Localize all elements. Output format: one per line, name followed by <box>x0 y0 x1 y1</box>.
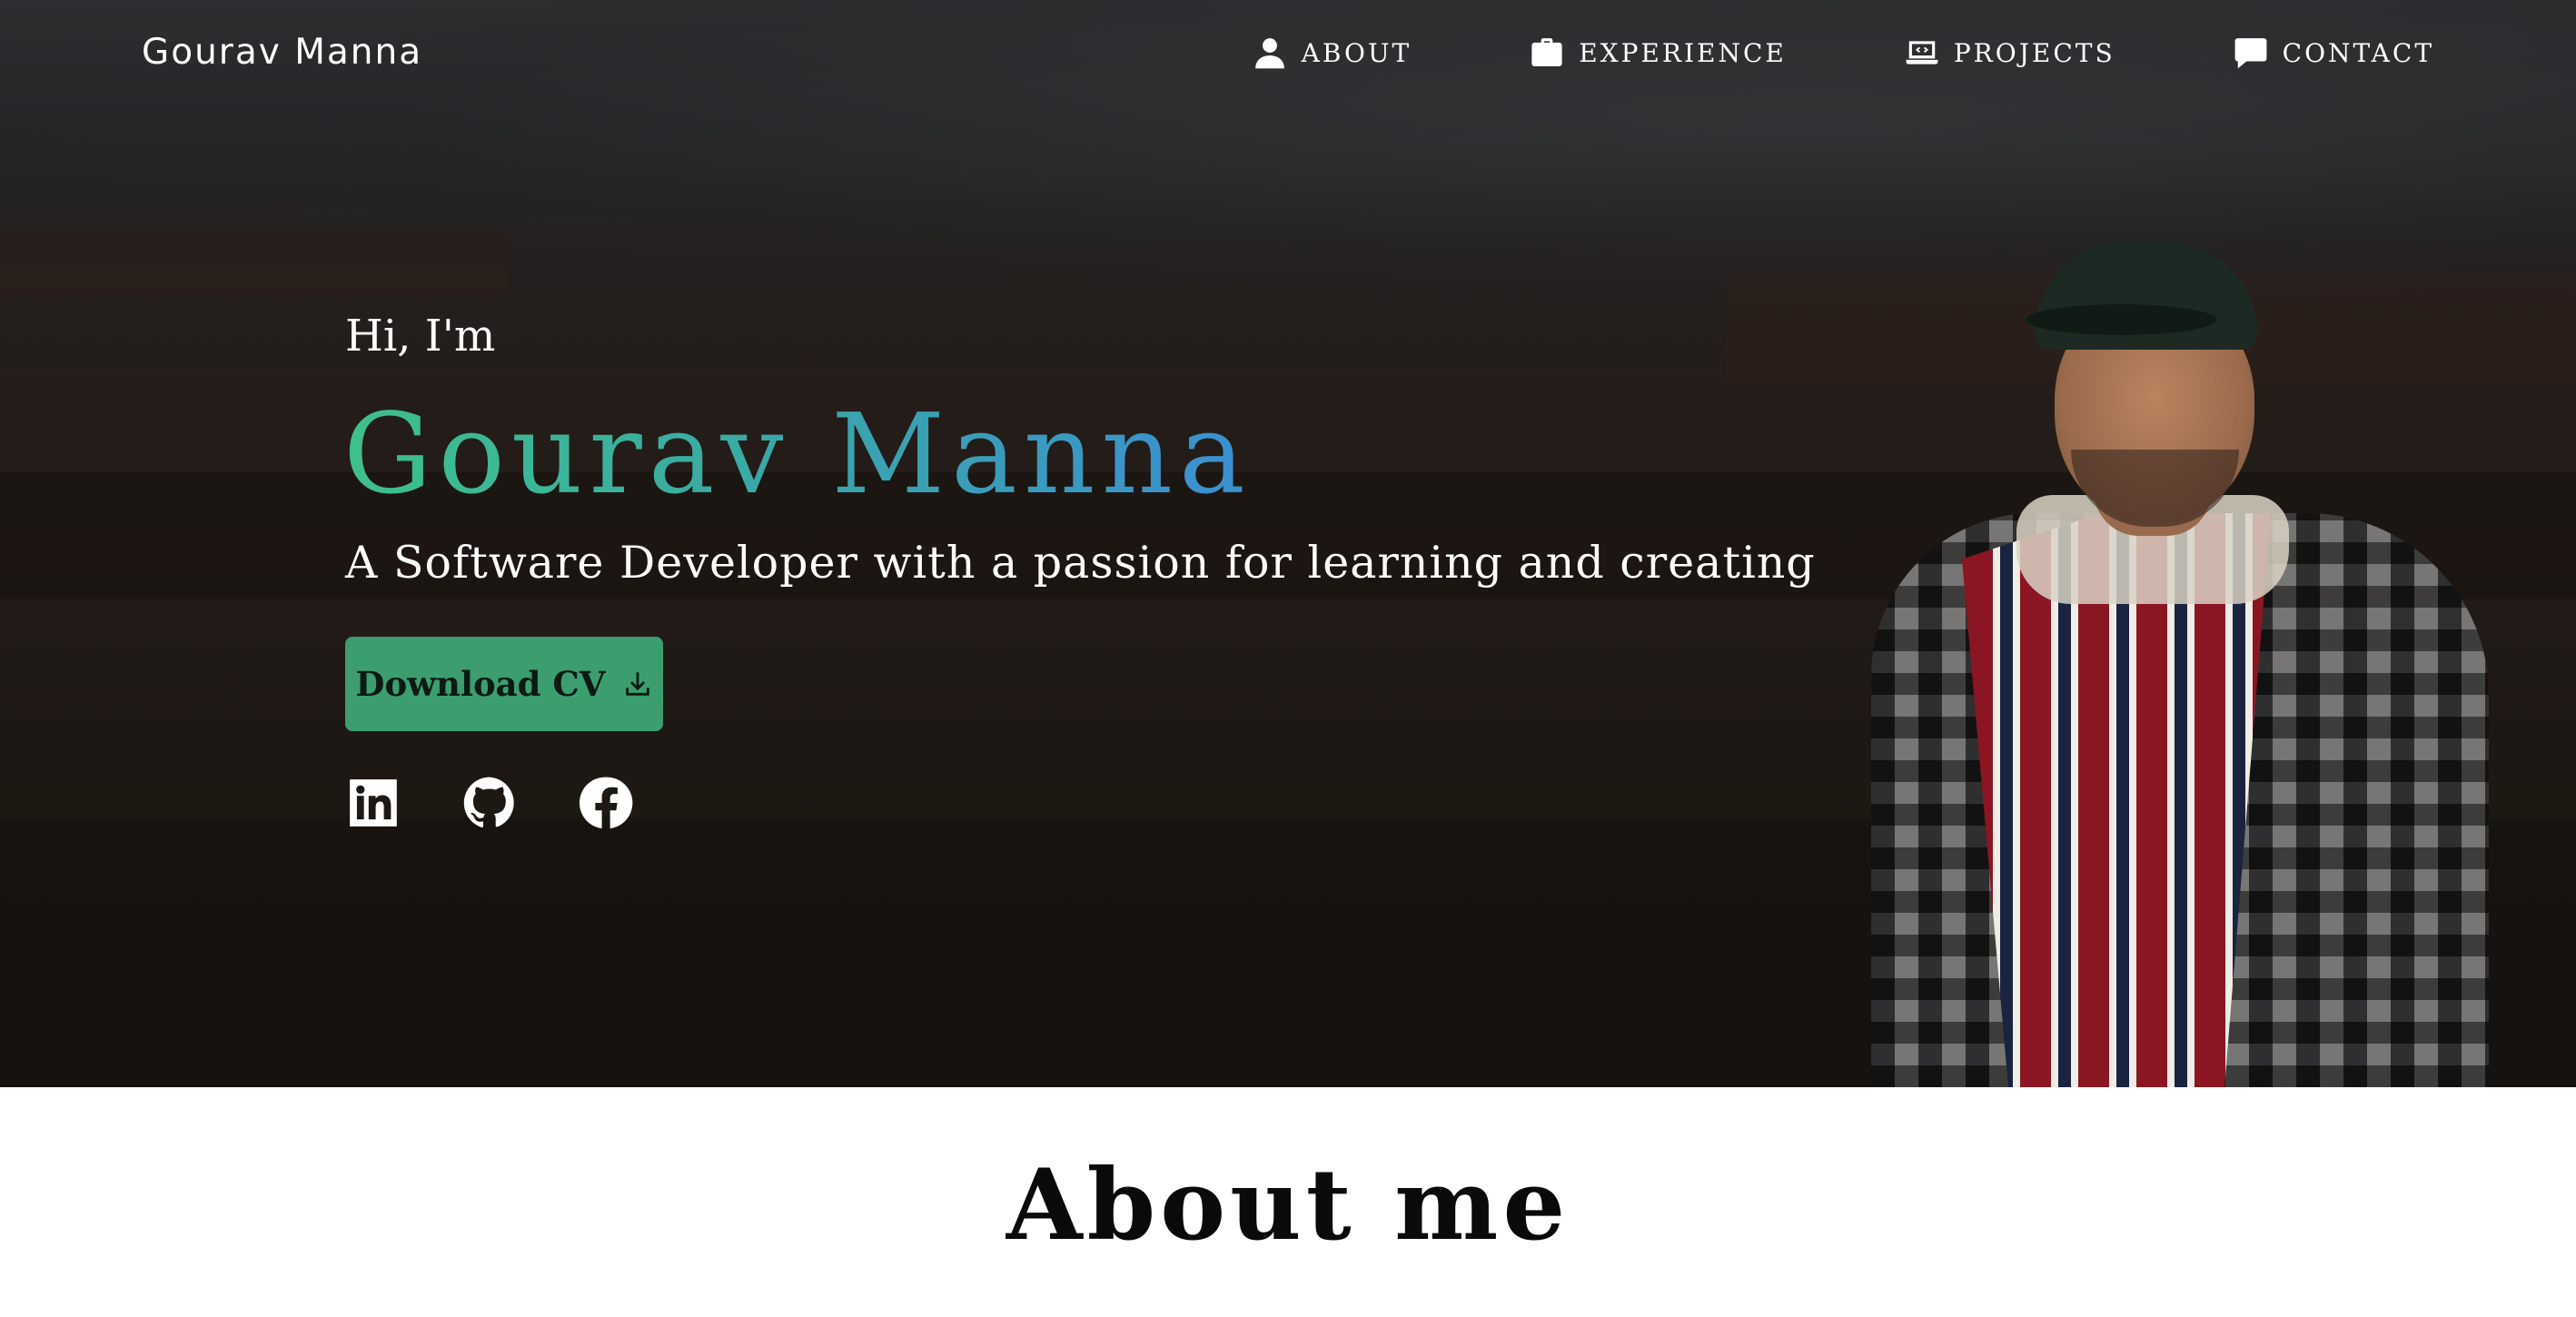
nav-item-experience[interactable]: EXPERIENCE <box>1530 35 1787 70</box>
user-icon <box>1254 38 1284 69</box>
linkedin-icon <box>350 779 397 827</box>
github-icon <box>463 777 514 827</box>
github-link[interactable] <box>461 775 518 831</box>
facebook-link[interactable] <box>578 775 634 831</box>
briefcase-icon <box>1531 38 1562 67</box>
hero-tagline: A Software Developer with a passion for … <box>345 537 1816 589</box>
nav-item-about[interactable]: ABOUT <box>1253 35 1412 70</box>
hero-name: Gourav Manna <box>343 386 1252 522</box>
download-cv-label: Download CV <box>355 664 606 704</box>
download-cv-button[interactable]: Download CV <box>345 637 663 731</box>
nav-brand[interactable]: Gourav Manna <box>142 31 422 74</box>
social-links <box>345 775 634 831</box>
hero-greeting: Hi, I'm <box>345 311 496 361</box>
facebook-icon <box>579 777 633 829</box>
laptop-code-icon <box>1906 41 1938 64</box>
main-nav: ABOUT EXPERIENCE PROJECTS CONTACT <box>1253 31 2434 74</box>
nav-item-projects[interactable]: PROJECTS <box>1905 35 2115 70</box>
download-icon <box>625 672 649 696</box>
about-section-title: About me <box>1006 1148 1570 1263</box>
nav-item-label: ABOUT <box>1301 37 1412 68</box>
nav-item-label: EXPERIENCE <box>1579 37 1787 68</box>
nav-item-label: CONTACT <box>2282 37 2434 68</box>
chat-bubble-icon <box>2234 38 2267 69</box>
linkedin-link[interactable] <box>345 775 401 831</box>
profile-photo <box>1853 241 2507 1087</box>
nav-item-contact[interactable]: CONTACT <box>2234 35 2434 70</box>
nav-item-label: PROJECTS <box>1953 37 2115 68</box>
